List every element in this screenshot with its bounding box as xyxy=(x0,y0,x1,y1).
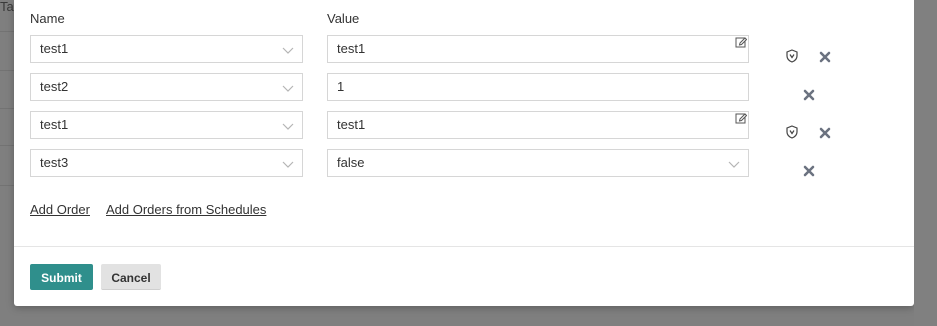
orders-modal: Name Value test1 test1 test2 1 test1 tes… xyxy=(14,0,914,306)
name-select[interactable]: test1 xyxy=(30,111,303,139)
remove-row-icon[interactable] xyxy=(803,165,815,177)
chevron-down-icon xyxy=(282,85,294,92)
value-select-text: false xyxy=(337,155,365,170)
value-input-text: test1 xyxy=(337,41,366,56)
name-select-value: test1 xyxy=(40,41,69,56)
value-column-header: Value xyxy=(327,11,360,26)
submit-button[interactable]: Submit xyxy=(30,264,93,290)
remove-row-icon[interactable] xyxy=(803,89,815,101)
value-input[interactable]: test1 xyxy=(327,111,749,139)
name-select[interactable]: test2 xyxy=(30,73,303,101)
remove-row-icon[interactable] xyxy=(819,51,831,63)
remove-row-icon[interactable] xyxy=(819,127,831,139)
chevron-down-icon xyxy=(728,161,740,168)
chevron-down-icon xyxy=(282,123,294,130)
value-input[interactable]: 1 xyxy=(327,73,749,101)
value-input-text: test1 xyxy=(337,117,366,132)
name-select-value: test3 xyxy=(40,155,69,170)
add-order-link[interactable]: Add Order xyxy=(30,202,90,217)
cancel-button[interactable]: Cancel xyxy=(101,264,161,290)
name-select-value: test1 xyxy=(40,117,69,132)
edit-icon[interactable] xyxy=(735,36,747,48)
value-select[interactable]: false xyxy=(327,149,749,177)
name-select-value: test2 xyxy=(40,79,69,94)
add-orders-from-schedules-link[interactable]: Add Orders from Schedules xyxy=(106,202,266,217)
background-right-strip xyxy=(914,0,937,326)
value-input[interactable]: test1 xyxy=(327,35,749,63)
chevron-down-icon xyxy=(282,47,294,54)
name-select[interactable]: test3 xyxy=(30,149,303,177)
shield-icon[interactable] xyxy=(786,125,798,139)
name-select[interactable]: test1 xyxy=(30,35,303,63)
value-input-text: 1 xyxy=(337,79,345,94)
edit-icon[interactable] xyxy=(735,112,747,124)
shield-icon[interactable] xyxy=(786,49,798,63)
name-column-header: Name xyxy=(30,11,65,26)
chevron-down-icon xyxy=(282,161,294,168)
footer-divider xyxy=(14,246,914,247)
